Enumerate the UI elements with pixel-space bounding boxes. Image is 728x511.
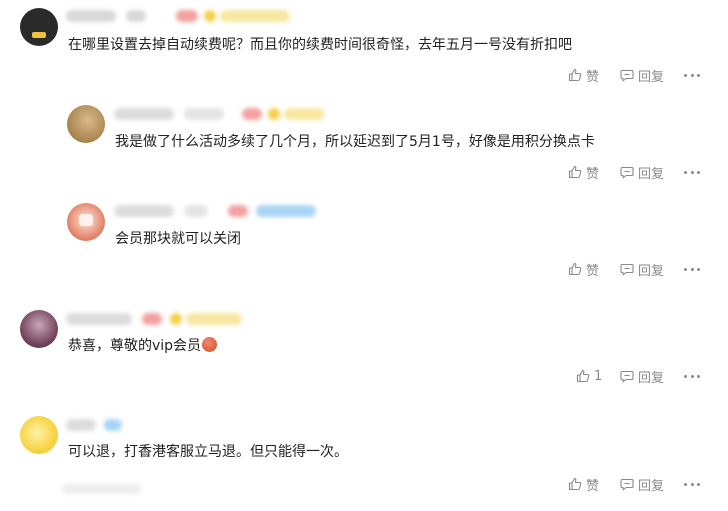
comment-actions: 赞 回复: [568, 65, 708, 85]
reply-button[interactable]: 回复: [620, 65, 664, 85]
heart-emoji-icon: [202, 337, 218, 352]
thumbs-up-icon: [576, 369, 590, 383]
like-button[interactable]: 赞: [568, 162, 599, 182]
reply-label: 回复: [638, 478, 665, 494]
comment-text: 我是做了什么活动多续了几个月，所以延迟到了5月1号，好像是用积分换点卡: [115, 134, 595, 150]
username-meta[interactable]: [114, 205, 344, 219]
like-label: 赞: [586, 166, 600, 182]
reply-button[interactable]: 回复: [620, 162, 664, 182]
like-label: 赞: [586, 69, 600, 85]
avatar[interactable]: [20, 310, 58, 348]
reply-bubble-icon: [620, 478, 634, 491]
reply-bubble-icon: [620, 263, 634, 276]
reply-bubble-icon: [620, 370, 634, 383]
reply-label: 回复: [638, 166, 665, 182]
reply-bubble-icon: [620, 166, 634, 179]
comment-actions: 赞 回复: [568, 259, 708, 279]
thumbs-up-icon: [568, 68, 582, 82]
like-button[interactable]: 赞: [568, 474, 599, 494]
avatar[interactable]: [20, 416, 58, 454]
more-dots-icon[interactable]: [684, 474, 700, 494]
like-count: 1: [594, 368, 603, 384]
like-label: 赞: [586, 478, 600, 494]
avatar[interactable]: [67, 203, 105, 241]
like-button[interactable]: 1: [576, 366, 602, 386]
comment-actions: 赞 回复: [568, 474, 708, 494]
avatar[interactable]: [67, 105, 105, 143]
comment-text-content: 恭喜，尊敬的vip会员: [68, 338, 202, 354]
more-dots-icon[interactable]: [684, 162, 700, 182]
thumbs-up-icon: [568, 165, 582, 179]
reply-button[interactable]: 回复: [620, 474, 664, 494]
comment-text: 可以退，打香港客服立马退。但只能得一次。: [68, 444, 348, 460]
comment-actions: 1 回复: [576, 366, 708, 386]
avatar[interactable]: [20, 8, 58, 46]
like-button[interactable]: 赞: [568, 65, 599, 85]
thumbs-up-icon: [568, 262, 582, 276]
more-dots-icon[interactable]: [684, 65, 700, 85]
username-meta[interactable]: [66, 313, 296, 327]
reply-button[interactable]: 回复: [620, 259, 664, 279]
username-meta[interactable]: [114, 108, 344, 122]
more-dots-icon[interactable]: [684, 259, 700, 279]
comment-actions: 赞 回复: [568, 162, 708, 182]
like-label: 赞: [586, 263, 600, 279]
comment-text: 会员那块就可以关闭: [115, 231, 241, 247]
thumbs-up-icon: [568, 477, 582, 491]
username-meta[interactable]: [66, 419, 186, 433]
comment-text: 在哪里设置去掉自动续费呢？而且你的续费时间很奇怪，去年五月一号没有折扣吧: [68, 37, 572, 53]
like-button[interactable]: 赞: [568, 259, 599, 279]
username-meta[interactable]: [66, 10, 296, 24]
reply-label: 回复: [638, 263, 665, 279]
reply-button[interactable]: 回复: [620, 366, 664, 386]
reply-label: 回复: [638, 69, 665, 85]
comment-text: 恭喜，尊敬的vip会员: [68, 336, 218, 356]
reply-label: 回复: [638, 370, 665, 386]
more-dots-icon[interactable]: [684, 366, 700, 386]
blurred-timestamp: [22, 478, 142, 502]
reply-bubble-icon: [620, 69, 634, 82]
